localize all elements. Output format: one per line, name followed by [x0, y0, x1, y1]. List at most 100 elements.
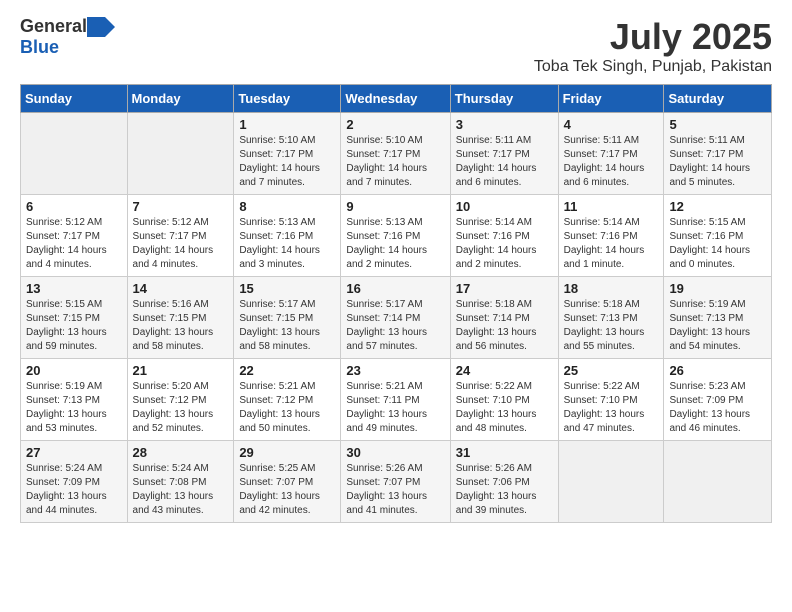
logo-icon — [87, 17, 115, 37]
day-number: 15 — [239, 281, 335, 296]
calendar-cell: 12 Sunrise: 5:15 AM Sunset: 7:16 PM Dayli… — [664, 195, 772, 277]
header-cell-monday: Monday — [127, 85, 234, 113]
title-area: July 2025 Toba Tek Singh, Punjab, Pakist… — [534, 16, 772, 76]
calendar-cell: 22 Sunrise: 5:21 AM Sunset: 7:12 PM Dayli… — [234, 359, 341, 441]
day-number: 25 — [564, 363, 659, 378]
day-number: 24 — [456, 363, 553, 378]
day-number: 16 — [346, 281, 444, 296]
day-number: 30 — [346, 445, 444, 460]
day-detail: Sunrise: 5:22 AM Sunset: 7:10 PM Dayligh… — [564, 380, 659, 436]
day-detail: Sunrise: 5:20 AM Sunset: 7:12 PM Dayligh… — [133, 380, 229, 436]
day-detail: Sunrise: 5:26 AM Sunset: 7:07 PM Dayligh… — [346, 462, 444, 518]
calendar-body: 1 Sunrise: 5:10 AM Sunset: 7:17 PM Daylig… — [21, 113, 772, 523]
day-number: 21 — [133, 363, 229, 378]
day-number: 12 — [669, 199, 766, 214]
day-number: 6 — [26, 199, 122, 214]
calendar-cell: 21 Sunrise: 5:20 AM Sunset: 7:12 PM Dayli… — [127, 359, 234, 441]
day-detail: Sunrise: 5:10 AM Sunset: 7:17 PM Dayligh… — [346, 134, 444, 190]
day-detail: Sunrise: 5:10 AM Sunset: 7:17 PM Dayligh… — [239, 134, 335, 190]
day-number: 26 — [669, 363, 766, 378]
day-number: 2 — [346, 117, 444, 132]
day-detail: Sunrise: 5:14 AM Sunset: 7:16 PM Dayligh… — [456, 216, 553, 272]
header-cell-wednesday: Wednesday — [341, 85, 450, 113]
day-detail: Sunrise: 5:13 AM Sunset: 7:16 PM Dayligh… — [239, 216, 335, 272]
day-detail: Sunrise: 5:15 AM Sunset: 7:16 PM Dayligh… — [669, 216, 766, 272]
day-detail: Sunrise: 5:12 AM Sunset: 7:17 PM Dayligh… — [133, 216, 229, 272]
calendar-cell: 7 Sunrise: 5:12 AM Sunset: 7:17 PM Daylig… — [127, 195, 234, 277]
day-detail: Sunrise: 5:18 AM Sunset: 7:13 PM Dayligh… — [564, 298, 659, 354]
day-number: 8 — [239, 199, 335, 214]
calendar-cell: 6Sunrise: 5:12 AM Sunset: 7:17 PM Daylig… — [21, 195, 128, 277]
day-detail: Sunrise: 5:16 AM Sunset: 7:15 PM Dayligh… — [133, 298, 229, 354]
header-row: SundayMondayTuesdayWednesdayThursdayFrid… — [21, 85, 772, 113]
calendar-cell — [558, 441, 664, 523]
calendar-cell: 17Sunrise: 5:18 AM Sunset: 7:14 PM Dayli… — [450, 277, 558, 359]
calendar-cell: 9 Sunrise: 5:13 AM Sunset: 7:16 PM Daylig… — [341, 195, 450, 277]
calendar-week-1: 6 Sunrise: 5:12 AM Sunset: 7:17 PM Daylig… — [21, 195, 772, 277]
calendar-cell: 28 Sunrise: 5:24 AM Sunset: 7:08 PM Dayli… — [127, 441, 234, 523]
calendar-cell: 1 Sunrise: 5:10 AM Sunset: 7:17 PM Daylig… — [234, 113, 341, 195]
calendar-cell: 13Sunrise: 5:15 AM Sunset: 7:15 PM Dayli… — [21, 277, 128, 359]
day-number: 9 — [346, 199, 444, 214]
day-number: 14 — [133, 281, 229, 296]
calendar-cell — [21, 113, 128, 195]
day-number: 23 — [346, 363, 444, 378]
calendar-cell: 30 Sunrise: 5:26 AM Sunset: 7:07 PM Dayli… — [341, 441, 450, 523]
calendar-cell: 5Sunrise: 5:11 AM Sunset: 7:17 PM Daylig… — [664, 113, 772, 195]
day-detail: Sunrise: 5:19 AM Sunset: 7:13 PM Dayligh… — [669, 298, 766, 354]
day-detail: Sunrise: 5:17 AM Sunset: 7:15 PM Dayligh… — [239, 298, 335, 354]
calendar-cell: 10 Sunrise: 5:14 AM Sunset: 7:16 PM Dayli… — [450, 195, 558, 277]
calendar-cell: 19 Sunrise: 5:19 AM Sunset: 7:13 PM Dayli… — [664, 277, 772, 359]
header-cell-sunday: Sunday — [21, 85, 128, 113]
day-detail: Sunrise: 5:21 AM Sunset: 7:12 PM Dayligh… — [239, 380, 335, 436]
day-number: 27 — [26, 445, 122, 460]
day-detail: Sunrise: 5:11 AM Sunset: 7:17 PM Dayligh… — [669, 134, 766, 190]
day-detail: Sunrise: 5:26 AM Sunset: 7:06 PM Dayligh… — [456, 462, 553, 518]
day-number: 29 — [239, 445, 335, 460]
header: General Blue July 2025 Toba Tek Singh, P… — [20, 16, 772, 76]
day-detail: Sunrise: 5:24 AM Sunset: 7:08 PM Dayligh… — [133, 462, 229, 518]
calendar-cell: 11Sunrise: 5:14 AM Sunset: 7:16 PM Dayli… — [558, 195, 664, 277]
calendar-cell: 18Sunrise: 5:18 AM Sunset: 7:13 PM Dayli… — [558, 277, 664, 359]
month-title: July 2025 — [534, 16, 772, 58]
day-number: 3 — [456, 117, 553, 132]
day-number: 13 — [26, 281, 122, 296]
day-number: 10 — [456, 199, 553, 214]
calendar-cell: 20Sunrise: 5:19 AM Sunset: 7:13 PM Dayli… — [21, 359, 128, 441]
calendar-week-2: 13Sunrise: 5:15 AM Sunset: 7:15 PM Dayli… — [21, 277, 772, 359]
day-number: 22 — [239, 363, 335, 378]
header-cell-tuesday: Tuesday — [234, 85, 341, 113]
day-number: 19 — [669, 281, 766, 296]
calendar-cell: 3 Sunrise: 5:11 AM Sunset: 7:17 PM Daylig… — [450, 113, 558, 195]
day-detail: Sunrise: 5:11 AM Sunset: 7:17 PM Dayligh… — [456, 134, 553, 190]
calendar-cell: 25 Sunrise: 5:22 AM Sunset: 7:10 PM Dayli… — [558, 359, 664, 441]
calendar-cell: 14 Sunrise: 5:16 AM Sunset: 7:15 PM Dayli… — [127, 277, 234, 359]
calendar-cell: 15 Sunrise: 5:17 AM Sunset: 7:15 PM Dayli… — [234, 277, 341, 359]
calendar-cell — [127, 113, 234, 195]
calendar-table: SundayMondayTuesdayWednesdayThursdayFrid… — [20, 84, 772, 523]
calendar-cell: 16 Sunrise: 5:17 AM Sunset: 7:14 PM Dayli… — [341, 277, 450, 359]
day-detail: Sunrise: 5:21 AM Sunset: 7:11 PM Dayligh… — [346, 380, 444, 436]
calendar-cell: 8 Sunrise: 5:13 AM Sunset: 7:16 PM Daylig… — [234, 195, 341, 277]
day-number: 1 — [239, 117, 335, 132]
calendar-cell: 26Sunrise: 5:23 AM Sunset: 7:09 PM Dayli… — [664, 359, 772, 441]
day-detail: Sunrise: 5:25 AM Sunset: 7:07 PM Dayligh… — [239, 462, 335, 518]
calendar-cell: 24Sunrise: 5:22 AM Sunset: 7:10 PM Dayli… — [450, 359, 558, 441]
calendar-cell: 23 Sunrise: 5:21 AM Sunset: 7:11 PM Dayli… — [341, 359, 450, 441]
calendar-week-0: 1 Sunrise: 5:10 AM Sunset: 7:17 PM Daylig… — [21, 113, 772, 195]
calendar-cell: 29 Sunrise: 5:25 AM Sunset: 7:07 PM Dayli… — [234, 441, 341, 523]
day-number: 7 — [133, 199, 229, 214]
logo-blue-text: Blue — [20, 37, 59, 58]
logo-general-text: General — [20, 16, 87, 37]
day-detail: Sunrise: 5:17 AM Sunset: 7:14 PM Dayligh… — [346, 298, 444, 354]
day-detail: Sunrise: 5:24 AM Sunset: 7:09 PM Dayligh… — [26, 462, 122, 518]
calendar-week-4: 27 Sunrise: 5:24 AM Sunset: 7:09 PM Dayli… — [21, 441, 772, 523]
day-detail: Sunrise: 5:13 AM Sunset: 7:16 PM Dayligh… — [346, 216, 444, 272]
day-number: 11 — [564, 199, 659, 214]
calendar-cell: 31Sunrise: 5:26 AM Sunset: 7:06 PM Dayli… — [450, 441, 558, 523]
day-number: 28 — [133, 445, 229, 460]
calendar-cell: 4Sunrise: 5:11 AM Sunset: 7:17 PM Daylig… — [558, 113, 664, 195]
day-detail: Sunrise: 5:11 AM Sunset: 7:17 PM Dayligh… — [564, 134, 659, 190]
logo: General Blue — [20, 16, 115, 58]
calendar-header: SundayMondayTuesdayWednesdayThursdayFrid… — [21, 85, 772, 113]
